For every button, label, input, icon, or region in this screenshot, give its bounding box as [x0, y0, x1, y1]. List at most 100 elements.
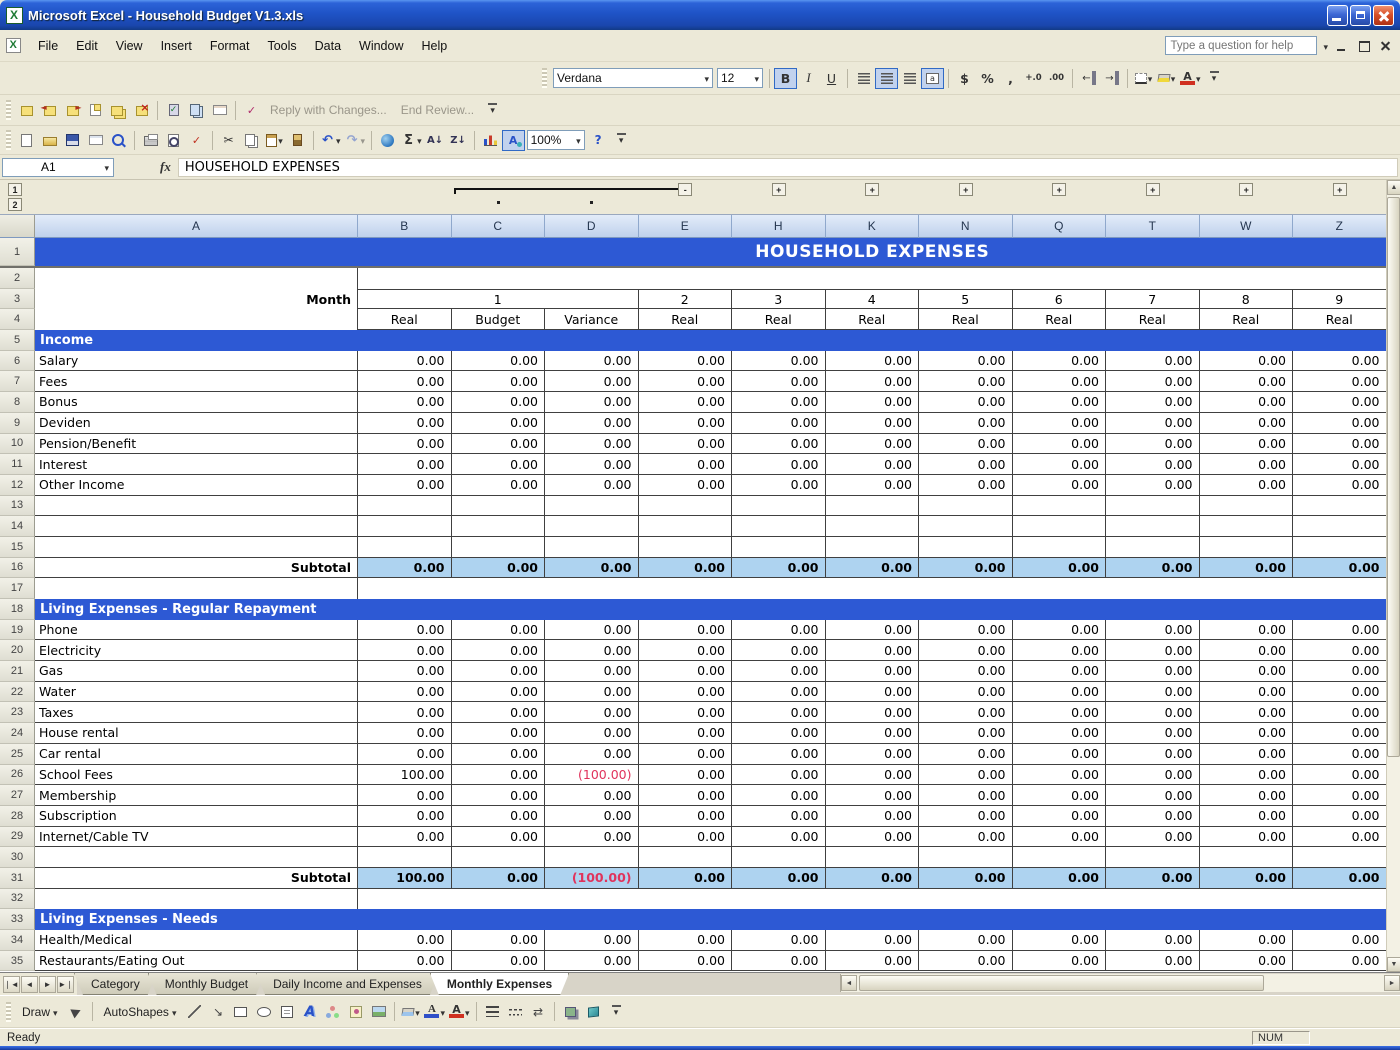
value-cell[interactable]: 0.00: [826, 702, 920, 723]
value-cell[interactable]: 0.00: [1293, 806, 1387, 827]
value-cell[interactable]: 0.00: [1106, 785, 1200, 806]
value-cell[interactable]: 0.00: [732, 951, 826, 972]
minimize-button[interactable]: [1327, 5, 1348, 26]
cell-A8[interactable]: Bonus: [35, 392, 358, 413]
align-center-button[interactable]: [875, 68, 898, 89]
value-cell[interactable]: 0.00: [1293, 454, 1387, 475]
value-cell[interactable]: 0.00: [639, 475, 733, 496]
value-cell[interactable]: 0.00: [358, 413, 452, 434]
column-header-W[interactable]: W: [1200, 215, 1294, 238]
align-left-button[interactable]: [852, 68, 875, 89]
value-cell[interactable]: 0.00: [1106, 661, 1200, 682]
value-cell[interactable]: 0.00: [919, 392, 1013, 413]
value-cell[interactable]: [358, 847, 452, 868]
value-cell[interactable]: 0.00: [452, 434, 546, 455]
value-cell[interactable]: 0.00: [1200, 454, 1294, 475]
value-cell[interactable]: 0.00: [1200, 723, 1294, 744]
value-cell[interactable]: 0.00: [826, 806, 920, 827]
fill-color-button[interactable]: [1155, 68, 1178, 89]
cell-A23[interactable]: Taxes: [35, 702, 358, 723]
window-minimize-icon[interactable]: [1336, 40, 1348, 52]
value-cell[interactable]: 0.00: [732, 785, 826, 806]
subheader-cell[interactable]: Real: [1293, 309, 1387, 330]
value-cell[interactable]: [732, 537, 826, 558]
first-sheet-button[interactable]: ❘◄: [3, 976, 20, 993]
value-cell[interactable]: 0.00: [358, 930, 452, 951]
row-header-26[interactable]: 26: [0, 765, 35, 786]
paste-dropdown-icon[interactable]: [278, 133, 283, 147]
value-cell[interactable]: [545, 537, 639, 558]
value-cell[interactable]: 0.00: [639, 351, 733, 372]
row-header-28[interactable]: 28: [0, 806, 35, 827]
value-cell[interactable]: 0.00: [639, 454, 733, 475]
insert-picture-button[interactable]: [367, 1001, 390, 1022]
menu-view[interactable]: View: [107, 35, 152, 57]
subheader-cell[interactable]: Real: [1106, 309, 1200, 330]
value-cell[interactable]: [358, 537, 452, 558]
value-cell[interactable]: [1293, 537, 1387, 558]
value-cell[interactable]: 0.00: [1200, 371, 1294, 392]
value-cell[interactable]: [452, 537, 546, 558]
cell-A10[interactable]: Pension/Benefit: [35, 434, 358, 455]
value-cell[interactable]: 0.00: [358, 827, 452, 848]
value-cell[interactable]: 0.00: [1013, 682, 1107, 703]
cell-A20[interactable]: Electricity: [35, 640, 358, 661]
value-cell[interactable]: 0.00: [732, 702, 826, 723]
value-cell[interactable]: 0.00: [545, 930, 639, 951]
value-cell[interactable]: 100.00: [358, 868, 452, 889]
cell-A9[interactable]: Deviden: [35, 413, 358, 434]
row-header-4[interactable]: 4: [0, 309, 35, 330]
value-cell[interactable]: 0.00: [1293, 620, 1387, 641]
value-cell[interactable]: 0.00: [358, 702, 452, 723]
row-header-21[interactable]: 21: [0, 661, 35, 682]
scroll-right-icon[interactable]: ►: [1384, 975, 1400, 991]
value-cell[interactable]: 0.00: [1293, 558, 1387, 579]
value-cell[interactable]: 0.00: [919, 951, 1013, 972]
name-box-dropdown-icon[interactable]: [104, 160, 109, 174]
value-cell[interactable]: 0.00: [1200, 434, 1294, 455]
value-cell[interactable]: 0.00: [452, 744, 546, 765]
row-header-13[interactable]: 13: [0, 496, 35, 517]
value-cell[interactable]: 0.00: [452, 682, 546, 703]
value-cell[interactable]: 0.00: [1200, 785, 1294, 806]
currency-button[interactable]: $: [953, 68, 976, 89]
formula-text[interactable]: HOUSEHOLD EXPENSES: [178, 158, 1398, 177]
toolbar-grip[interactable]: [6, 1002, 11, 1022]
value-cell[interactable]: 0.00: [826, 723, 920, 744]
value-cell[interactable]: 0.00: [826, 558, 920, 579]
value-cell[interactable]: 0.00: [919, 868, 1013, 889]
zoom-control-dropdown-icon[interactable]: [576, 133, 581, 147]
value-cell[interactable]: 0.00: [452, 765, 546, 786]
value-cell[interactable]: 0.00: [826, 827, 920, 848]
value-cell[interactable]: 0.00: [452, 827, 546, 848]
new-comment-button[interactable]: [15, 100, 38, 121]
insert-hyperlink-button[interactable]: [376, 130, 399, 151]
value-cell[interactable]: 0.00: [1200, 640, 1294, 661]
month-2-cell[interactable]: 2: [639, 289, 733, 310]
value-cell[interactable]: [919, 516, 1013, 537]
row-header-10[interactable]: 10: [0, 434, 35, 455]
value-cell[interactable]: 0.00: [919, 744, 1013, 765]
value-cell[interactable]: 0.00: [919, 785, 1013, 806]
cell-A13[interactable]: [35, 496, 358, 517]
paste-button[interactable]: [263, 130, 286, 151]
value-cell[interactable]: 0.00: [639, 620, 733, 641]
value-cell[interactable]: 0.00: [1106, 413, 1200, 434]
increase-decimal-button[interactable]: [1022, 68, 1045, 89]
value-cell[interactable]: 0.00: [919, 371, 1013, 392]
value-cell[interactable]: [1200, 537, 1294, 558]
value-cell[interactable]: 0.00: [1013, 434, 1107, 455]
text-box-button[interactable]: [275, 1001, 298, 1022]
subheader-cell[interactable]: Real: [732, 309, 826, 330]
value-cell[interactable]: 0.00: [826, 413, 920, 434]
value-cell[interactable]: 0.00: [545, 392, 639, 413]
value-cell[interactable]: 0.00: [826, 454, 920, 475]
value-cell[interactable]: 0.00: [1293, 723, 1387, 744]
value-cell[interactable]: 0.00: [545, 454, 639, 475]
value-cell[interactable]: 0.00: [358, 682, 452, 703]
value-cell[interactable]: 0.00: [919, 558, 1013, 579]
align-right-button[interactable]: [898, 68, 921, 89]
value-cell[interactable]: 0.00: [358, 475, 452, 496]
previous-comment-button[interactable]: [38, 100, 61, 121]
value-cell[interactable]: 0.00: [1013, 351, 1107, 372]
